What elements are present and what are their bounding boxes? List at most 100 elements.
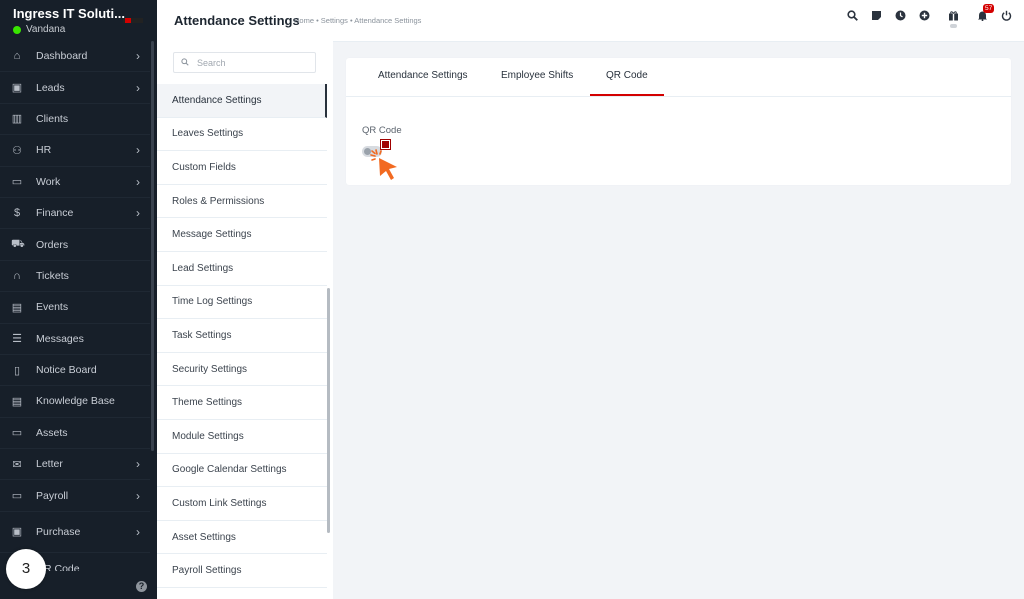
monitor-icon: ▭ bbox=[11, 427, 23, 440]
settings-search[interactable] bbox=[173, 52, 316, 73]
sidebar-nav: ⌂ Dashboard › ▣ Leads › ▥ Clients ⚇ HR ›… bbox=[0, 41, 150, 553]
home-icon: ⌂ bbox=[13, 50, 21, 63]
wallet-icon: ▭ bbox=[11, 490, 23, 503]
sidebar-item-label: Assets bbox=[36, 426, 68, 439]
settings-item-task[interactable]: Task Settings bbox=[157, 319, 327, 353]
chevron-right-icon: › bbox=[136, 488, 140, 503]
tab-attendance-settings[interactable]: Attendance Settings bbox=[378, 70, 468, 81]
settings-menu-scrollbar[interactable] bbox=[327, 288, 330, 533]
settings-item-security[interactable]: Security Settings bbox=[157, 353, 327, 387]
sidebar-item-work[interactable]: ▭ Work › bbox=[0, 167, 150, 198]
settings-item-module[interactable]: Module Settings bbox=[157, 420, 327, 454]
sidebar-item-messages[interactable]: ☰ Messages bbox=[0, 324, 150, 355]
settings-menu: Attendance Settings Leaves Settings Cust… bbox=[157, 41, 333, 599]
chat-icon: ☰ bbox=[12, 333, 22, 346]
online-status-icon bbox=[13, 25, 21, 34]
search-icon bbox=[181, 57, 189, 68]
brand-header[interactable]: Ingress IT Soluti... Vandana bbox=[0, 0, 157, 40]
settings-item-attendance[interactable]: Attendance Settings bbox=[157, 84, 327, 118]
settings-item-theme[interactable]: Theme Settings bbox=[157, 386, 327, 420]
dollar-icon: $ bbox=[13, 207, 21, 220]
sidebar: Ingress IT Soluti... Vandana ⌂ Dashboard… bbox=[0, 0, 157, 599]
sidebar-item-dashboard[interactable]: ⌂ Dashboard › bbox=[0, 41, 150, 73]
sidebar-item-purchase[interactable]: ▣ Purchase › bbox=[0, 512, 150, 553]
bell-icon[interactable]: 57 bbox=[977, 4, 995, 22]
chevron-right-icon: › bbox=[136, 206, 140, 221]
chevron-right-icon: › bbox=[136, 80, 140, 95]
search-icon[interactable] bbox=[847, 10, 858, 21]
chevron-right-icon: › bbox=[136, 174, 140, 189]
sidebar-item-label: Notice Board bbox=[36, 364, 97, 377]
search-input[interactable] bbox=[197, 57, 307, 68]
contact-card-icon: ▣ bbox=[11, 82, 23, 95]
settings-item-message[interactable]: Message Settings bbox=[157, 218, 327, 252]
step-number-badge: 3 bbox=[6, 549, 46, 589]
power-icon[interactable] bbox=[1001, 10, 1012, 21]
sidebar-item-label: Tickets bbox=[36, 269, 69, 282]
gift-icon[interactable] bbox=[948, 10, 959, 28]
settings-item-payroll[interactable]: Payroll Settings bbox=[157, 554, 327, 588]
user-name: Vandana bbox=[26, 24, 66, 35]
add-circle-icon[interactable] bbox=[919, 10, 930, 21]
sidebar-item-orders[interactable]: ⛟ Orders bbox=[0, 229, 150, 261]
sidebar-item-label: Dashboard bbox=[36, 50, 88, 63]
sidebar-item-letter[interactable]: ✉ Letter › bbox=[0, 449, 150, 481]
sidebar-item-label: Knowledge Base bbox=[36, 395, 115, 408]
sticky-note-icon[interactable] bbox=[871, 10, 882, 21]
tab-bar: Attendance Settings Employee Shifts QR C… bbox=[346, 58, 1011, 97]
building-icon: ▥ bbox=[11, 113, 23, 126]
breadcrumb[interactable]: Home • Settings • Attendance Settings bbox=[294, 16, 421, 25]
clipboard-icon: ▯ bbox=[13, 364, 21, 377]
tab-qr-code[interactable]: QR Code bbox=[606, 70, 648, 81]
sidebar-item-hr[interactable]: ⚇ HR › bbox=[0, 135, 150, 167]
user-status: Vandana bbox=[13, 24, 145, 35]
sidebar-item-label: HR bbox=[36, 144, 52, 157]
settings-menu-list: Attendance Settings Leaves Settings Cust… bbox=[157, 84, 327, 588]
sidebar-item-tickets[interactable]: ∩ Tickets bbox=[0, 261, 150, 293]
active-tab-indicator bbox=[590, 94, 664, 96]
briefcase-icon: ▭ bbox=[11, 176, 23, 189]
tab-employee-shifts[interactable]: Employee Shifts bbox=[501, 70, 573, 81]
sidebar-item-label: Finance bbox=[36, 207, 74, 220]
page-title: Attendance Settings bbox=[174, 13, 300, 28]
document-icon: ▤ bbox=[11, 395, 23, 408]
sidebar-item-label: Work bbox=[36, 175, 61, 188]
envelope-icon: ✉ bbox=[12, 458, 22, 471]
settings-item-google-calendar[interactable]: Google Calendar Settings bbox=[157, 454, 327, 488]
sidebar-item-label: Messages bbox=[36, 332, 84, 345]
headset-icon: ∩ bbox=[13, 269, 21, 282]
sidebar-item-label: Letter bbox=[36, 458, 63, 471]
sidebar-item-label: Clients bbox=[36, 112, 69, 125]
sidebar-item-events[interactable]: ▤ Events bbox=[0, 292, 150, 324]
cart-icon: ⛟ bbox=[11, 237, 25, 250]
calendar-icon: ▤ bbox=[11, 301, 23, 314]
attendance-settings-panel: Attendance Settings Employee Shifts QR C… bbox=[346, 58, 1011, 185]
sidebar-item-label: Purchase bbox=[36, 525, 81, 538]
company-logo bbox=[123, 18, 143, 23]
sidebar-item-notice-board[interactable]: ▯ Notice Board bbox=[0, 355, 150, 387]
settings-item-lead[interactable]: Lead Settings bbox=[157, 252, 327, 286]
sidebar-item-finance[interactable]: $ Finance › bbox=[0, 198, 150, 230]
help-icon[interactable]: ? bbox=[136, 581, 147, 592]
settings-item-custom-link[interactable]: Custom Link Settings bbox=[157, 487, 327, 521]
settings-item-roles-permissions[interactable]: Roles & Permissions bbox=[157, 185, 327, 219]
settings-item-asset[interactable]: Asset Settings bbox=[157, 521, 327, 555]
box-icon: ▣ bbox=[11, 526, 23, 539]
stop-recording-icon[interactable] bbox=[381, 140, 390, 149]
sidebar-item-knowledge-base[interactable]: ▤ Knowledge Base bbox=[0, 386, 150, 418]
settings-item-custom-fields[interactable]: Custom Fields bbox=[157, 151, 327, 185]
top-bar: Attendance Settings Home • Settings • At… bbox=[157, 0, 1024, 42]
sidebar-item-clients[interactable]: ▥ Clients bbox=[0, 104, 150, 136]
clock-icon[interactable] bbox=[895, 10, 906, 21]
sidebar-item-assets[interactable]: ▭ Assets bbox=[0, 418, 150, 450]
notification-count-badge: 57 bbox=[983, 4, 995, 13]
sidebar-item-leads[interactable]: ▣ Leads › bbox=[0, 72, 150, 104]
mouse-cursor-icon bbox=[370, 149, 400, 186]
chevron-right-icon: › bbox=[136, 524, 140, 539]
settings-item-time-log[interactable]: Time Log Settings bbox=[157, 286, 327, 320]
people-icon: ⚇ bbox=[12, 144, 22, 157]
sidebar-item-label: Payroll bbox=[36, 489, 69, 502]
sidebar-scrollbar[interactable] bbox=[151, 41, 154, 451]
settings-item-leaves[interactable]: Leaves Settings bbox=[157, 118, 327, 152]
sidebar-item-payroll[interactable]: ▭ Payroll › bbox=[0, 480, 150, 512]
